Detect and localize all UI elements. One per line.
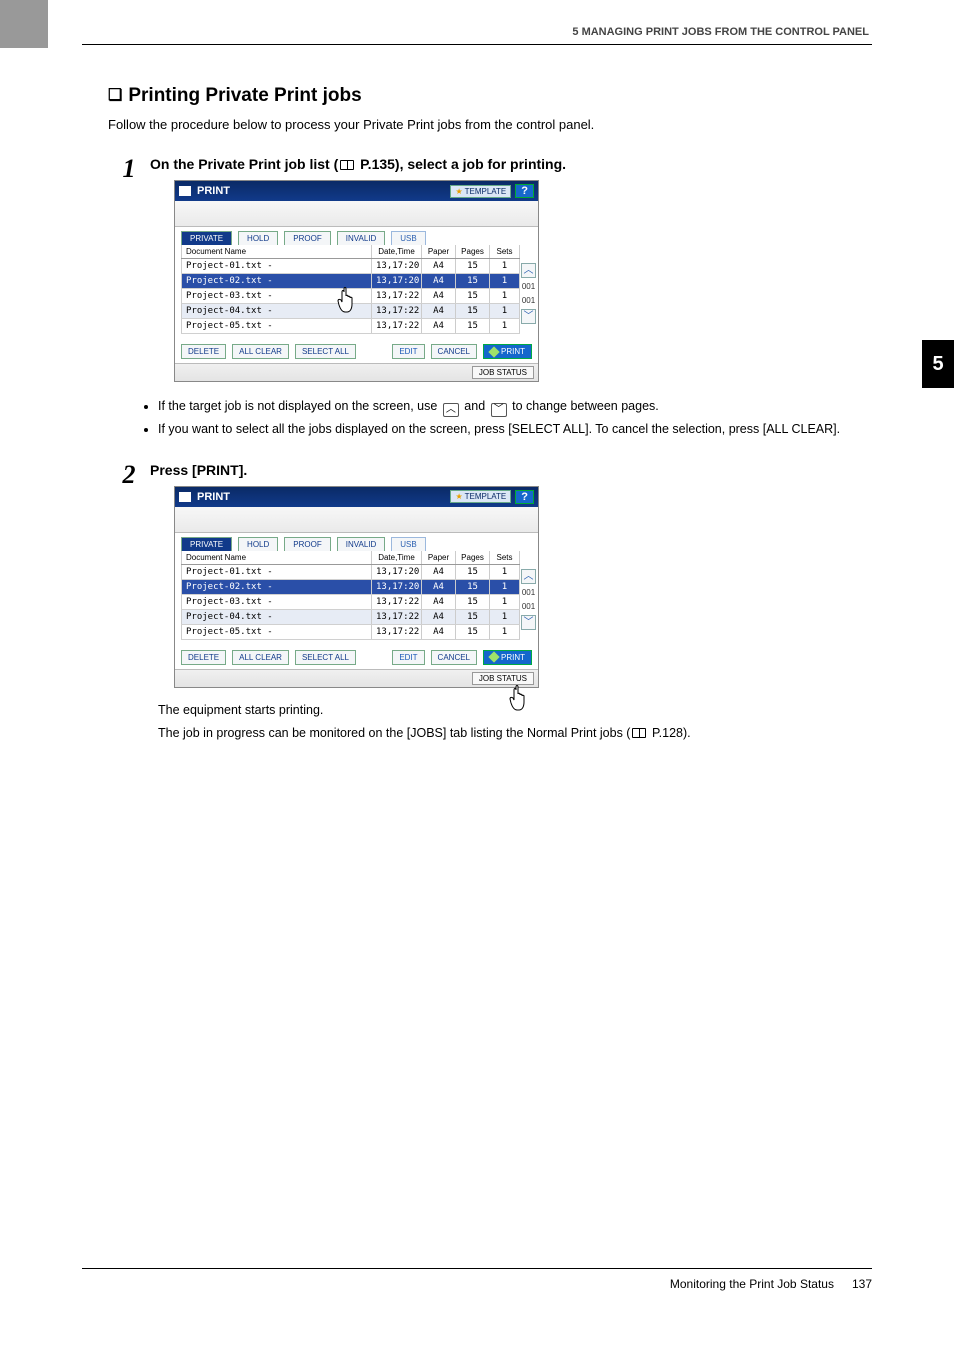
printer-icon (179, 492, 191, 502)
tab-row: PRIVATE HOLD PROOF INVALID USB (175, 533, 538, 551)
job-table: Document Name Date,Time Paper Pages Sets… (181, 551, 520, 640)
table-header: Document Name Date,Time Paper Pages Sets (181, 245, 520, 259)
cancel-button[interactable]: CANCEL (431, 344, 477, 359)
tab-row: PRIVATE HOLD PROOF INVALID USB (175, 227, 538, 245)
select-all-button[interactable]: SELECT ALL (295, 650, 356, 665)
status-row: JOB STATUS (175, 363, 538, 381)
action-row: DELETE ALL CLEAR SELECT ALL EDIT CANCEL … (175, 340, 538, 363)
panel-subbar (175, 507, 538, 533)
job-status-button[interactable]: JOB STATUS (472, 366, 534, 379)
scroll-page-indicator: 001 (522, 295, 535, 306)
step-1-heading: On the Private Print job list ( P.135), … (150, 156, 872, 172)
scroll-up-button[interactable]: ︿ (521, 569, 536, 584)
tab-hold[interactable]: HOLD (238, 231, 278, 245)
tab-invalid[interactable]: INVALID (337, 537, 386, 551)
decorative-corner (0, 0, 48, 48)
page-footer: Monitoring the Print Job Status 137 (82, 1268, 872, 1291)
scroll-page-indicator: 001 (522, 281, 535, 292)
scroll-column: ︿ 001 001 ﹀ (521, 569, 536, 630)
star-icon: ★ (455, 187, 462, 196)
delete-button[interactable]: DELETE (181, 344, 226, 359)
tab-invalid[interactable]: INVALID (337, 231, 386, 245)
tab-usb[interactable]: USB (391, 537, 425, 551)
help-button[interactable]: ? (515, 184, 534, 198)
running-header: 5 MANAGING PRINT JOBS FROM THE CONTROL P… (0, 0, 954, 38)
panel-title: PRINT (197, 491, 230, 503)
step-1-notes: If the target job is not displayed on th… (158, 398, 872, 438)
printer-icon (179, 186, 191, 196)
table-row[interactable]: Project-05.txt -13,17:22A4151 (181, 319, 520, 334)
table-row[interactable]: Project-01.txt -13,17:20A4151 (181, 259, 520, 274)
scroll-down-button[interactable]: ﹀ (521, 615, 536, 630)
cancel-button[interactable]: CANCEL (431, 650, 477, 665)
delete-button[interactable]: DELETE (181, 650, 226, 665)
select-all-button[interactable]: SELECT ALL (295, 344, 356, 359)
scroll-down-button[interactable]: ﹀ (521, 309, 536, 324)
table-row[interactable]: Project-04.txt -13,17:22A4151 (181, 610, 520, 625)
hand-cursor-icon (507, 684, 531, 712)
intro-text: Follow the procedure below to process yo… (108, 117, 872, 132)
note-item: If the target job is not displayed on th… (158, 398, 872, 417)
step-number: 2 (108, 462, 150, 696)
star-icon: ★ (455, 492, 462, 501)
book-icon (340, 160, 354, 170)
book-icon (632, 728, 646, 738)
tab-hold[interactable]: HOLD (238, 537, 278, 551)
down-arrow-icon: ﹀ (491, 403, 507, 417)
all-clear-button[interactable]: ALL CLEAR (232, 344, 289, 359)
section-title-text: Printing Private Print jobs (128, 85, 361, 106)
step-1: 1 On the Private Print job list ( P.135)… (108, 156, 872, 390)
step-number: 1 (108, 156, 150, 390)
footer-title: Monitoring the Print Job Status (670, 1277, 834, 1291)
tab-proof[interactable]: PROOF (284, 231, 330, 245)
all-clear-button[interactable]: ALL CLEAR (232, 650, 289, 665)
table-row[interactable]: Project-01.txt -13,17:20A4151 (181, 565, 520, 580)
help-button[interactable]: ? (515, 490, 534, 504)
tab-usb[interactable]: USB (391, 231, 425, 245)
table-row[interactable]: Project-03.txt -13,17:22A4151 (181, 595, 520, 610)
edit-button[interactable]: EDIT (392, 650, 424, 665)
footer-page-number: 137 (852, 1277, 872, 1291)
control-panel-screenshot-2: PRINT ★TEMPLATE ? PRIVATE HOLD PROOF INV… (174, 486, 539, 688)
scroll-page-indicator: 001 (522, 601, 535, 612)
status-row: JOB STATUS (175, 669, 538, 687)
table-row[interactable]: Project-05.txt -13,17:22A4151 (181, 625, 520, 640)
hand-cursor-icon (335, 286, 359, 314)
tab-private[interactable]: PRIVATE (181, 231, 232, 245)
print-button[interactable]: PRINT (483, 650, 532, 665)
table-header: Document Name Date,Time Paper Pages Sets (181, 551, 520, 565)
chapter-side-tab: 5 (922, 340, 954, 388)
diamond-icon (488, 652, 499, 663)
scroll-page-indicator: 001 (522, 587, 535, 598)
diamond-icon (488, 346, 499, 357)
template-button[interactable]: ★TEMPLATE (450, 490, 511, 503)
print-button[interactable]: PRINT (483, 344, 532, 359)
panel-title: PRINT (197, 185, 230, 197)
square-bullet-icon: ❏ (108, 87, 122, 104)
section-title: ❏ Printing Private Print jobs (108, 85, 872, 107)
edit-button[interactable]: EDIT (392, 344, 424, 359)
template-button[interactable]: ★TEMPLATE (450, 185, 511, 198)
scroll-column: ︿ 001 001 ﹀ (521, 263, 536, 324)
step-2: 2 Press [PRINT]. PRINT ★TEMPLATE ? PRIVA… (108, 462, 872, 696)
note-item: If you want to select all the jobs displ… (158, 421, 872, 438)
control-panel-screenshot-1: PRINT ★TEMPLATE ? PRIVATE HOLD PROOF INV… (174, 180, 539, 382)
step-2-after-2: The job in progress can be monitored on … (158, 725, 872, 743)
step-2-heading: Press [PRINT]. (150, 462, 872, 478)
action-row: DELETE ALL CLEAR SELECT ALL EDIT CANCEL … (175, 646, 538, 669)
tab-private[interactable]: PRIVATE (181, 537, 232, 551)
table-row[interactable]: Project-02.txt -13,17:20A4151 (181, 580, 520, 595)
tab-proof[interactable]: PROOF (284, 537, 330, 551)
panel-subbar (175, 201, 538, 227)
up-arrow-icon: ︿ (443, 403, 459, 417)
scroll-up-button[interactable]: ︿ (521, 263, 536, 278)
